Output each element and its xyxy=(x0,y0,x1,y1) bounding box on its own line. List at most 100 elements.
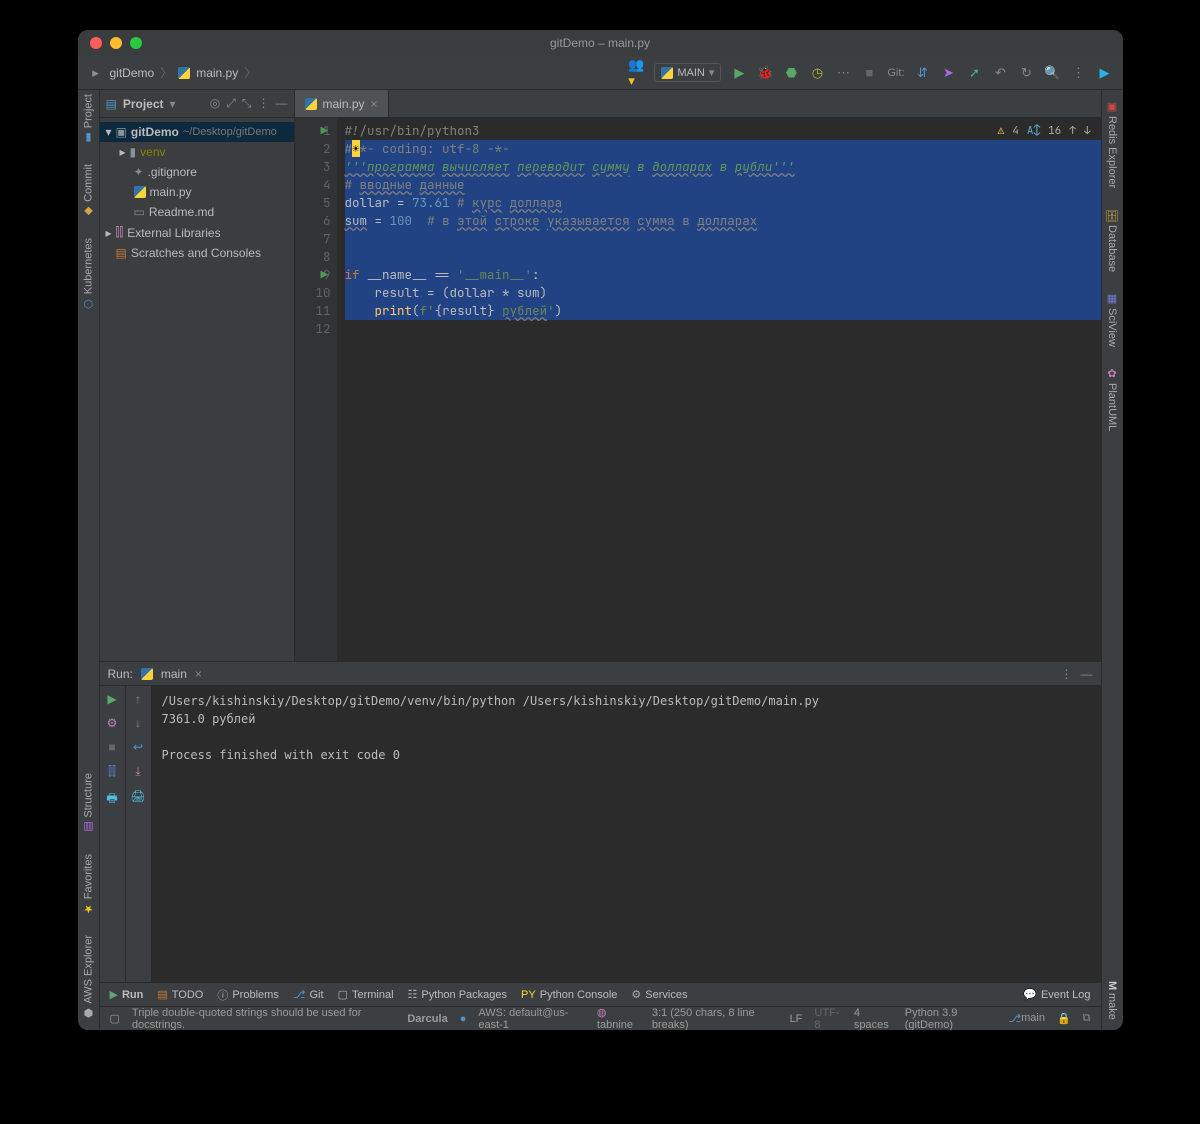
tree-file-mainpy[interactable]: main.py xyxy=(100,182,294,202)
bottom-git[interactable]: ⎇Git xyxy=(293,988,324,1001)
tree-file-readme[interactable]: ▭ Readme.md xyxy=(100,202,294,222)
target-icon[interactable]: ◎ xyxy=(210,96,220,111)
more-icon[interactable]: ⋮ xyxy=(1061,667,1073,681)
bottom-problems[interactable]: ⓘProblems xyxy=(217,987,278,1003)
run-tool-header: Run: main × ⋮ — xyxy=(100,662,1101,686)
more-icon[interactable]: ⋮ xyxy=(1071,65,1087,81)
run-gutter-icon[interactable]: ▶ xyxy=(321,122,329,139)
down-stack-icon[interactable]: ↓ xyxy=(135,716,141,730)
commit-icon[interactable]: ➤ xyxy=(941,65,957,81)
code-editor[interactable]: 123456789101112 ▶ ▶ #!/usr/bin/python3 #… xyxy=(295,118,1101,661)
breadcrumb-file[interactable]: main.py xyxy=(196,66,238,80)
tool-sciview[interactable]: ▦SciView xyxy=(1106,292,1119,347)
branch-widget[interactable]: ⎇ main xyxy=(1008,1012,1045,1025)
tree-venv[interactable]: ▸ ▮ venv xyxy=(100,142,294,162)
tabnine-widget[interactable]: ◍ tabnine xyxy=(597,1006,640,1030)
print-icon[interactable]: 🖨 xyxy=(130,789,145,803)
tool-plantuml[interactable]: ✿PlantUML xyxy=(1106,367,1119,431)
soft-wrap-icon[interactable]: ↩ xyxy=(133,740,143,754)
attach-button[interactable]: ⋯ xyxy=(835,65,851,81)
tool-make[interactable]: Mmake xyxy=(1106,981,1118,1020)
scroll-end-icon[interactable]: ⤓ xyxy=(135,764,140,779)
tree-scratches[interactable]: ▸ ▤ Scratches and Consoles xyxy=(100,243,294,263)
push-icon[interactable]: ➚ xyxy=(967,65,983,81)
project-view-label[interactable]: Project xyxy=(123,97,164,111)
tool-database[interactable]: 🗄Database xyxy=(1106,208,1119,272)
stop-button[interactable]: ■ xyxy=(861,65,877,81)
minimize-window-button[interactable] xyxy=(110,37,122,49)
run-gutter-icon[interactable]: ▶ xyxy=(321,266,329,283)
up-stack-icon[interactable]: ↑ xyxy=(135,692,141,706)
editor-tab-mainpy[interactable]: main.py × xyxy=(295,90,389,117)
favorites-icon: ★ xyxy=(82,902,95,915)
coverage-button[interactable]: ⬣ xyxy=(783,65,799,81)
run-config-selector[interactable]: MAIN ▾ xyxy=(654,63,721,82)
tool-project[interactable]: ▮Project xyxy=(82,94,95,144)
bottom-run[interactable]: ▶Run xyxy=(110,988,144,1001)
pin-button[interactable]: 🖶 xyxy=(106,789,117,810)
close-tab-icon[interactable]: × xyxy=(371,97,378,111)
debug-button[interactable]: 🐞 xyxy=(757,65,773,81)
run-settings-button[interactable]: ⚙ xyxy=(107,716,118,730)
bottom-terminal[interactable]: ▢Terminal xyxy=(338,988,394,1001)
run-button[interactable]: ▶ xyxy=(731,65,747,81)
tool-redis[interactable]: ▣Redis Explorer xyxy=(1106,100,1119,188)
aws-widget[interactable]: AWS: default@us-east-1 xyxy=(478,1007,585,1031)
_Indent[interactable]: 4 spaces xyxy=(854,1007,893,1031)
tool-aws-explorer[interactable]: ⬢AWS Explorer xyxy=(82,935,95,1020)
tool-commit[interactable]: ◆Commit xyxy=(82,164,95,218)
right-tool-stripe: ▣Redis Explorer 🗄Database ▦SciView ✿Plan… xyxy=(1101,90,1123,1030)
revert-icon[interactable]: ↻ xyxy=(1019,65,1035,81)
tool-kubernetes[interactable]: ⬡Kubernetes xyxy=(82,238,95,310)
history-icon[interactable]: ↶ xyxy=(993,65,1009,81)
bottom-todo[interactable]: ▤TODO xyxy=(157,988,203,1001)
git-label: Git: xyxy=(887,67,904,79)
breadcrumb-root[interactable]: gitDemo xyxy=(110,66,155,80)
bottom-python-console[interactable]: PYPython Console xyxy=(521,989,617,1001)
tree-root[interactable]: ▾ ▣ gitDemo ~/Desktop/gitDemo xyxy=(100,122,294,142)
event-log-button[interactable]: 💬Event Log xyxy=(1023,988,1090,1001)
gear-icon[interactable]: ⋮ xyxy=(258,96,270,111)
tool-favorites[interactable]: ★Favorites xyxy=(82,854,95,915)
zoom-window-button[interactable] xyxy=(130,37,142,49)
code-with-me-icon[interactable]: 👥▾ xyxy=(628,65,644,81)
run-config-name[interactable]: main xyxy=(161,667,187,681)
line-separator[interactable]: LF xyxy=(790,1013,803,1025)
lock-icon[interactable]: 🔒 xyxy=(1057,1012,1071,1025)
run-output[interactable]: /Users/kishinskiy/Desktop/gitDemo/venv/b… xyxy=(152,686,1101,982)
search-icon[interactable]: 🔍 xyxy=(1045,65,1061,81)
code-content[interactable]: #!/usr/bin/python3 #☀*- coding: utf-8 -*… xyxy=(337,118,1101,661)
memory-icon[interactable]: ⧉ xyxy=(1083,1012,1091,1025)
minimize-panel-icon[interactable]: — xyxy=(1081,667,1093,681)
status-window-icon[interactable]: ▢ xyxy=(110,1012,120,1025)
encoding[interactable]: UTF-8 xyxy=(814,1007,842,1031)
inspection-indicators[interactable]: ⚠4 A↕16 ↑ ↓ xyxy=(998,124,1091,138)
collapse-icon[interactable]: ⤡ xyxy=(242,96,252,111)
layout-button[interactable]: ⫿⫿ xyxy=(108,764,116,779)
toolbox-icon[interactable]: ▶ xyxy=(1097,65,1113,81)
minimize-panel-icon[interactable]: — xyxy=(276,96,288,111)
tree-file-gitignore[interactable]: ✦ .gitignore xyxy=(100,162,294,182)
stop-button[interactable]: ■ xyxy=(108,740,115,754)
chevron-right-icon: ▸ xyxy=(120,145,126,159)
bottom-python-packages[interactable]: ☷Python Packages xyxy=(408,988,508,1001)
profile-button[interactable]: ◷ xyxy=(809,65,825,81)
run-output-toolbar: ↑ ↓ ↩ ⤓ 🖨 xyxy=(126,686,152,982)
dropdown-icon[interactable]: ▾ xyxy=(170,97,176,111)
next-highlight-icon[interactable]: ↓ xyxy=(1084,124,1091,138)
close-tab-icon[interactable]: × xyxy=(195,667,202,681)
expand-icon[interactable]: ⤢ xyxy=(226,96,236,111)
interpreter[interactable]: Python 3.9 (gitDemo) xyxy=(905,1007,997,1031)
rerun-button[interactable]: ▶ xyxy=(107,692,116,706)
cursor-position[interactable]: 3:1 (250 chars, 8 line breaks) xyxy=(652,1007,778,1031)
theme-widget[interactable]: Darcula xyxy=(407,1013,447,1025)
bottom-services[interactable]: ⚙Services xyxy=(631,988,687,1001)
status-bar: ▢ Triple double-quoted strings should be… xyxy=(100,1006,1101,1030)
toolbar-right: 👥▾ MAIN ▾ ▶ 🐞 ⬣ ◷ ⋯ ■ Git: ⇵ ➤ ➚ ↶ ↻ 🔍 ⋮… xyxy=(628,63,1112,82)
tree-external-libs[interactable]: ▸ ⫿⫿ External Libraries xyxy=(100,222,294,243)
prev-highlight-icon[interactable]: ↑ xyxy=(1069,124,1076,138)
update-project-icon[interactable]: ⇵ xyxy=(915,65,931,81)
close-window-button[interactable] xyxy=(90,37,102,49)
tool-structure[interactable]: ▥Structure xyxy=(82,773,95,834)
breadcrumb[interactable]: ▸ gitDemo 〉 main.py 〉 xyxy=(88,64,257,81)
